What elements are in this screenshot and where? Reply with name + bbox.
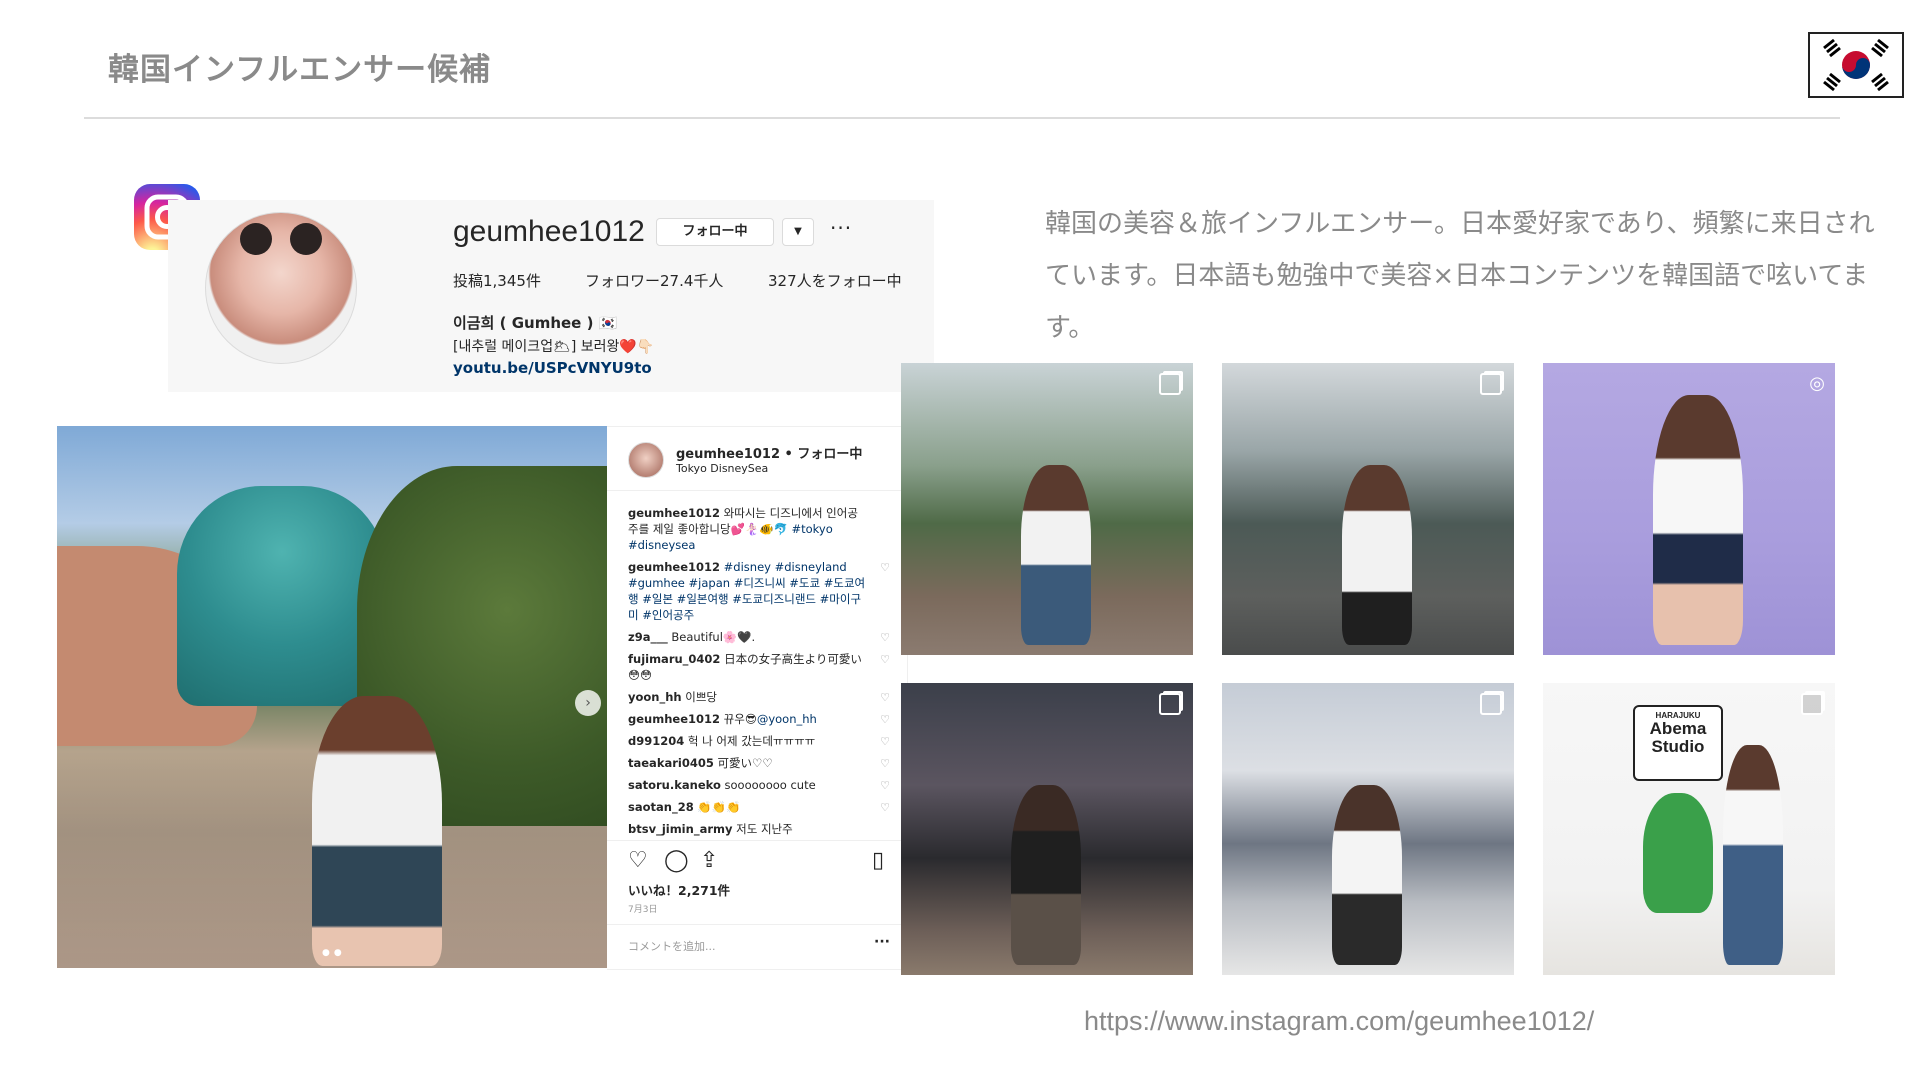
title-divider	[84, 117, 1840, 119]
comment-user[interactable]: taeakari0405	[628, 756, 714, 770]
profile-username: geumhee1012	[453, 215, 645, 248]
comment: geumhee1012 #disney #disneyland #gumhee …	[628, 559, 890, 623]
panel-divider	[607, 924, 907, 925]
abema-mascot	[1643, 793, 1713, 913]
comment-user[interactable]: geumhee1012	[628, 712, 720, 726]
grid-photo[interactable]	[901, 683, 1193, 975]
chevron-down-icon[interactable]: ▼	[782, 218, 814, 246]
comment: z9a___ Beautiful🌸🖤. ♡	[628, 629, 890, 645]
heart-icon[interactable]: ♡	[880, 734, 890, 750]
comment-text: Beautiful🌸🖤.	[667, 630, 756, 644]
like-icon[interactable]: ♡	[628, 848, 648, 873]
comment: taeakari0405 可愛い♡♡ ♡	[628, 755, 890, 771]
following-button[interactable]: フォロー中	[656, 218, 774, 246]
comment: saotan_28 👏👏👏 ♡	[628, 799, 890, 815]
post-photo[interactable]	[57, 426, 607, 968]
grid-photo[interactable]: ◎	[1543, 363, 1835, 655]
panel-divider	[607, 840, 907, 841]
profile-url[interactable]: https://www.instagram.com/geumhee1012/	[1084, 1006, 1594, 1037]
multiple-photos-icon	[1480, 373, 1502, 395]
slide-title: 韓国インフルエンサー候補	[108, 52, 492, 88]
comment: satoru.kaneko soooooooo cute ♡	[628, 777, 890, 793]
more-options-icon[interactable]: ···	[874, 934, 890, 950]
video-icon: ◎	[1809, 373, 1825, 394]
comment-icon[interactable]: ◯	[664, 848, 689, 873]
comment-user[interactable]: yoon_hh	[628, 690, 682, 704]
bio-link[interactable]: youtu.be/USPcVNYU9to	[453, 359, 652, 377]
multiple-photos-icon	[1480, 693, 1502, 715]
post-author-avatar[interactable]	[628, 442, 664, 478]
bio-name: 이금희 ( Gumhee ) 🇰🇷	[453, 314, 618, 332]
comment-tags[interactable]: @yoon_hh	[757, 712, 817, 726]
abema-studio-sign: HARAJUKU Abema Studio	[1633, 705, 1723, 781]
comment-text: 👏👏👏	[693, 800, 741, 814]
followers-count[interactable]: フォロワー27.4千人	[585, 270, 723, 291]
heart-icon[interactable]: ♡	[880, 778, 890, 794]
comment-user[interactable]: saotan_28	[628, 800, 694, 814]
comment-list: geumhee1012 와따시는 디즈니에서 인어공주를 제일 좋아합니당💕🧜🏻…	[628, 505, 890, 843]
following-count[interactable]: 327人をフォロー中	[768, 270, 902, 291]
next-photo-icon[interactable]: ›	[575, 690, 601, 716]
heart-icon[interactable]: ♡	[880, 800, 890, 816]
comment: yoon_hh 이쁘당 ♡	[628, 689, 890, 705]
comment: d991204 헉 나 어제 갔는데ㅠㅠㅠㅠ ♡	[628, 733, 890, 749]
post-location[interactable]: Tokyo DisneySea	[676, 462, 768, 475]
comment: geumhee1012 와따시는 디즈니에서 인어공주를 제일 좋아합니당💕🧜🏻…	[628, 505, 890, 553]
post-author[interactable]: geumhee1012 • フォロー中	[676, 443, 862, 462]
multiple-photos-icon	[1801, 693, 1823, 715]
multiple-photos-icon	[1159, 693, 1181, 715]
posts-count[interactable]: 投稿1,345件	[453, 270, 541, 291]
heart-icon[interactable]: ♡	[880, 690, 890, 706]
add-comment-input[interactable]: コメントを追加...	[628, 938, 716, 954]
share-icon[interactable]: ⇪	[700, 848, 718, 873]
heart-icon[interactable]: ♡	[880, 712, 890, 728]
grid-photo[interactable]	[901, 363, 1193, 655]
comment: btsv_jimin_army 저도 지난주	[628, 821, 890, 837]
grid-photo[interactable]	[1222, 683, 1514, 975]
comment-text: 可愛い♡♡	[713, 756, 773, 770]
comment-text: soooooooo cute	[720, 778, 816, 792]
comment: fujimaru_0402 日本の女子高生より可愛い😳😳 ♡	[628, 651, 890, 683]
comment-user[interactable]: satoru.kaneko	[628, 778, 721, 792]
comment-user[interactable]: btsv_jimin_army	[628, 822, 732, 836]
bookmark-icon[interactable]: ▯	[872, 848, 884, 873]
comment-user[interactable]: fujimaru_0402	[628, 652, 720, 666]
comment-text: 헉 나 어제 갔는데ㅠㅠㅠㅠ	[684, 734, 816, 748]
heart-icon[interactable]: ♡	[880, 652, 890, 668]
more-options-icon[interactable]: ···	[830, 216, 852, 240]
likes-count[interactable]: いいね！2,271件	[628, 880, 730, 899]
grid-photo[interactable]	[1222, 363, 1514, 655]
bio-text: [내추럴 메이크업🌥] 보러왕❤️👇🏻	[453, 339, 655, 355]
comment-user[interactable]: z9a___	[628, 630, 668, 644]
heart-icon[interactable]: ♡	[880, 756, 890, 772]
carousel-dots: ●●	[322, 948, 346, 958]
comment-text: 저도 지난주	[732, 822, 793, 836]
comment-user[interactable]: d991204	[628, 734, 684, 748]
heart-icon[interactable]: ♡	[880, 560, 890, 576]
grid-photo[interactable]: HARAJUKU Abema Studio	[1543, 683, 1835, 975]
post-date: 7月3日	[628, 905, 658, 915]
comment-text: 이쁘당	[681, 690, 718, 704]
comment-text: 뀨우😎	[720, 712, 757, 726]
heart-icon[interactable]: ♡	[880, 630, 890, 646]
influencer-description: 韓国の美容＆旅インフルエンサー。日本愛好家であり、頻繁に来日されています。日本語…	[1045, 209, 1875, 343]
comment-user[interactable]: geumhee1012	[628, 560, 720, 574]
profile-avatar[interactable]	[205, 212, 357, 364]
south-korea-flag-icon	[1808, 32, 1904, 98]
multiple-photos-icon	[1159, 373, 1181, 395]
panel-divider	[607, 490, 907, 491]
comment: geumhee1012 뀨우😎@yoon_hh ♡	[628, 711, 890, 727]
comment-user[interactable]: geumhee1012	[628, 506, 720, 520]
